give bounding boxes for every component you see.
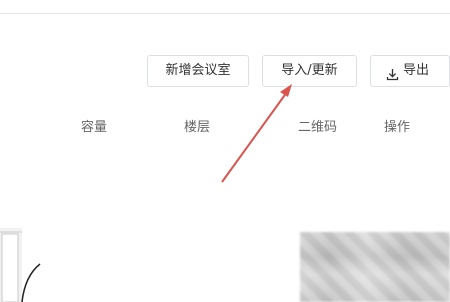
blurred-image [300, 232, 450, 302]
page: 新增会议室 导入/更新 导出 容量 楼层 二维码 操作 [0, 0, 450, 302]
curve-stroke [21, 263, 41, 302]
